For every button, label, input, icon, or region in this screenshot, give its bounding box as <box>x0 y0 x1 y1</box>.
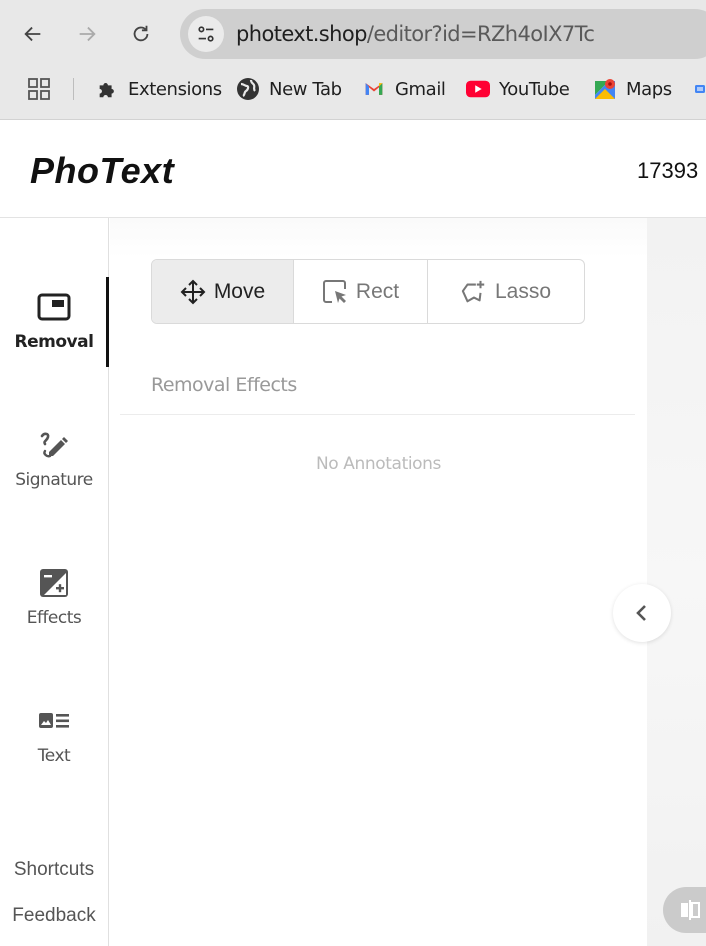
reload-button[interactable] <box>125 18 157 50</box>
sidebar-item-label: Text <box>37 746 71 766</box>
shortcuts-link[interactable]: Shortcuts <box>0 859 108 881</box>
active-indicator <box>106 277 109 367</box>
empty-state-text: No Annotations <box>315 454 441 474</box>
url-host: photext.shop <box>236 22 367 46</box>
bookmark-label: YouTube <box>499 78 570 100</box>
text-icon <box>37 704 71 738</box>
url-path: /editor?id=RZh4oIX7Tc <box>366 22 595 46</box>
move-tool-button[interactable]: Move <box>152 260 293 323</box>
bookmarks-bar: Extensions New Tab Gmail YouTube Maps <box>0 72 706 106</box>
effects-icon <box>37 566 71 600</box>
site-info-button[interactable] <box>188 16 224 52</box>
lasso-icon <box>461 280 485 302</box>
left-sidebar: Removal Signature Effects Text Shortcuts… <box>0 218 109 946</box>
apps-grid-icon[interactable] <box>28 78 50 100</box>
collapse-panel-button[interactable] <box>613 584 671 642</box>
bookmark-extensions[interactable]: Extensions <box>95 76 222 102</box>
tool-label: Rect <box>355 279 400 303</box>
bookmark-label: Maps <box>626 78 672 100</box>
tune-icon <box>198 26 214 42</box>
bookmark-label: Extensions <box>128 78 222 100</box>
removal-icon <box>37 290 71 324</box>
section-divider <box>120 414 635 415</box>
signature-icon <box>37 428 71 462</box>
tool-label: Move <box>213 279 266 303</box>
rect-select-icon <box>322 279 346 303</box>
rect-tool-button[interactable]: Rect <box>293 260 427 323</box>
lasso-tool-button[interactable]: Lasso <box>427 260 584 323</box>
bookmark-maps[interactable]: Maps <box>593 76 672 102</box>
bookmark-new-tab[interactable]: New Tab <box>236 76 342 102</box>
browser-chrome: photext.shop/editor?id=RZh4oIX7Tc Extens… <box>0 0 706 120</box>
youtube-icon <box>466 77 490 101</box>
back-button[interactable] <box>17 18 49 50</box>
panel-top-shade <box>110 218 647 258</box>
address-bar[interactable]: photext.shop/editor?id=RZh4oIX7Tc <box>180 9 706 59</box>
maps-icon <box>593 77 617 101</box>
move-icon <box>180 279 206 304</box>
sidebar-item-label: Signature <box>15 470 93 490</box>
sidebar-item-effects[interactable]: Effects <box>0 566 108 658</box>
sidebar-item-label: Effects <box>26 608 82 628</box>
compare-icon <box>681 900 700 920</box>
bookmark-youtube[interactable]: YouTube <box>466 76 570 102</box>
forward-button[interactable] <box>71 18 103 50</box>
sidebar-item-label: Removal <box>14 332 94 352</box>
chevron-left-icon <box>636 605 646 621</box>
sidebar-item-text[interactable]: Text <box>0 704 108 796</box>
removal-panel: Move Rect Lasso Removal Effects No Annot… <box>110 218 647 946</box>
compare-toggle-button[interactable] <box>663 887 706 933</box>
bookmark-label: New Tab <box>269 78 342 100</box>
canvas-area[interactable] <box>647 218 706 946</box>
puzzle-icon <box>95 77 119 101</box>
sidebar-item-signature[interactable]: Signature <box>0 428 108 520</box>
arrow-left-icon <box>24 26 41 42</box>
section-title: Removal Effects <box>151 374 297 396</box>
tool-label: Lasso <box>494 279 552 303</box>
bookmark-label: Gmail <box>395 78 446 100</box>
header-id-text: 17393 <box>637 158 699 183</box>
globe-icon <box>236 77 260 101</box>
bookmark-gmail[interactable]: Gmail <box>362 76 446 102</box>
app-logo[interactable]: PhoText <box>30 150 174 192</box>
sidebar-item-removal[interactable]: Removal <box>0 290 108 382</box>
gmail-icon <box>362 77 386 101</box>
app-header: PhoText 17393 <box>0 120 706 218</box>
url-text[interactable]: photext.shop/editor?id=RZh4oIX7Tc <box>236 22 595 46</box>
bookmark-overflow[interactable] <box>694 76 706 102</box>
arrow-right-icon <box>79 26 96 42</box>
reload-icon <box>133 25 149 42</box>
selection-tool-group: Move Rect Lasso <box>151 259 585 324</box>
feedback-link[interactable]: Feedback <box>0 905 108 927</box>
google-drive-icon <box>694 77 706 101</box>
bookmarks-separator <box>73 78 74 100</box>
